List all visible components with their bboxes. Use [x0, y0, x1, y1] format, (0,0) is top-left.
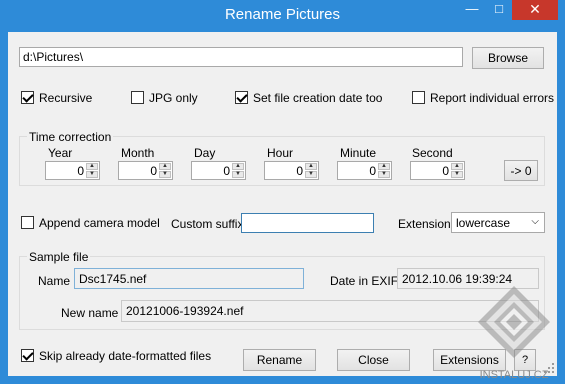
append-camera-model-checkbox[interactable] [21, 216, 34, 229]
minimize-icon: — [465, 1, 479, 16]
month-value: 0 [150, 164, 157, 178]
hour-value: 0 [296, 164, 303, 178]
spin-down-icon[interactable]: ▼ [378, 171, 390, 178]
jpg-only-checkbox[interactable] [131, 91, 144, 104]
chevron-down-icon: ⌵ [531, 216, 539, 227]
minute-spinner[interactable]: 0 ▲ ▼ [337, 161, 392, 180]
day-value: 0 [223, 164, 230, 178]
close-button[interactable]: Close [337, 349, 410, 371]
instaluj-watermark-logo: INSTALUJ.CZ [478, 286, 550, 381]
hour-spinner[interactable]: 0 ▲ ▼ [264, 161, 319, 180]
date-in-exif-label: Date in EXIF [330, 274, 399, 288]
report-errors-checkbox[interactable] [412, 91, 425, 104]
sample-file-label: Sample file [27, 250, 91, 264]
year-value: 0 [77, 164, 84, 178]
recursive-label: Recursive [39, 91, 93, 105]
browse-button[interactable]: Browse [472, 47, 544, 69]
time-correction-label: Time correction [27, 130, 114, 144]
skip-formatted-label: Skip already date-formatted files [39, 349, 212, 363]
hour-label: Hour [267, 146, 294, 160]
spin-down-icon[interactable]: ▼ [159, 171, 171, 178]
spin-up-icon[interactable]: ▲ [451, 163, 463, 170]
report-errors-label: Report individual errors [430, 91, 555, 105]
maximize-button[interactable]: □ [486, 0, 512, 20]
new-name-label: New name [61, 306, 119, 320]
minimize-button[interactable]: — [458, 0, 486, 20]
append-camera-model-label: Append camera model [39, 216, 160, 230]
reset-time-button[interactable]: -> 0 [504, 160, 538, 181]
extension-select[interactable]: lowercase ⌵ [451, 212, 545, 233]
second-label: Second [412, 146, 453, 160]
spin-up-icon[interactable]: ▲ [232, 163, 244, 170]
minute-value: 0 [369, 164, 376, 178]
skip-formatted-checkbox[interactable] [21, 349, 34, 362]
spin-down-icon[interactable]: ▼ [305, 171, 317, 178]
spin-up-icon[interactable]: ▲ [159, 163, 171, 170]
extension-label: Extension [398, 217, 451, 231]
day-label: Day [194, 146, 216, 160]
second-value: 0 [442, 164, 449, 178]
close-icon: ✕ [529, 1, 541, 17]
month-spinner[interactable]: 0 ▲ ▼ [118, 161, 173, 180]
set-creation-date-checkbox[interactable] [235, 91, 248, 104]
spin-up-icon[interactable]: ▲ [305, 163, 317, 170]
recursive-checkbox[interactable] [21, 91, 34, 104]
extension-value: lowercase [456, 216, 511, 230]
app-window: Rename Pictures — □ ✕ d:\Pictures\ Brows… [0, 0, 565, 384]
jpg-only-label: JPG only [149, 91, 198, 105]
name-label: Name [38, 274, 71, 288]
title-bar: Rename Pictures — □ ✕ [0, 0, 565, 32]
month-label: Month [121, 146, 155, 160]
spin-down-icon[interactable]: ▼ [232, 171, 244, 178]
day-spinner[interactable]: 0 ▲ ▼ [191, 161, 246, 180]
spin-down-icon[interactable]: ▼ [451, 171, 463, 178]
year-label: Year [48, 146, 73, 160]
minute-label: Minute [340, 146, 377, 160]
year-spinner[interactable]: 0 ▲ ▼ [45, 161, 100, 180]
watermark-text: INSTALUJ.CZ [480, 369, 549, 381]
set-creation-date-label: Set file creation date too [253, 91, 383, 105]
close-window-button[interactable]: ✕ [512, 0, 558, 20]
rename-button[interactable]: Rename [243, 349, 316, 371]
spin-down-icon[interactable]: ▼ [86, 171, 98, 178]
custom-suffix-label: Custom suffix [171, 217, 244, 231]
sample-name-field: Dsc1745.nef [74, 268, 304, 289]
second-spinner[interactable]: 0 ▲ ▼ [410, 161, 465, 180]
custom-suffix-input[interactable] [241, 213, 374, 233]
spin-up-icon[interactable]: ▲ [378, 163, 390, 170]
folder-path-input[interactable]: d:\Pictures\ [19, 47, 463, 67]
maximize-icon: □ [495, 1, 503, 16]
spin-up-icon[interactable]: ▲ [86, 163, 98, 170]
